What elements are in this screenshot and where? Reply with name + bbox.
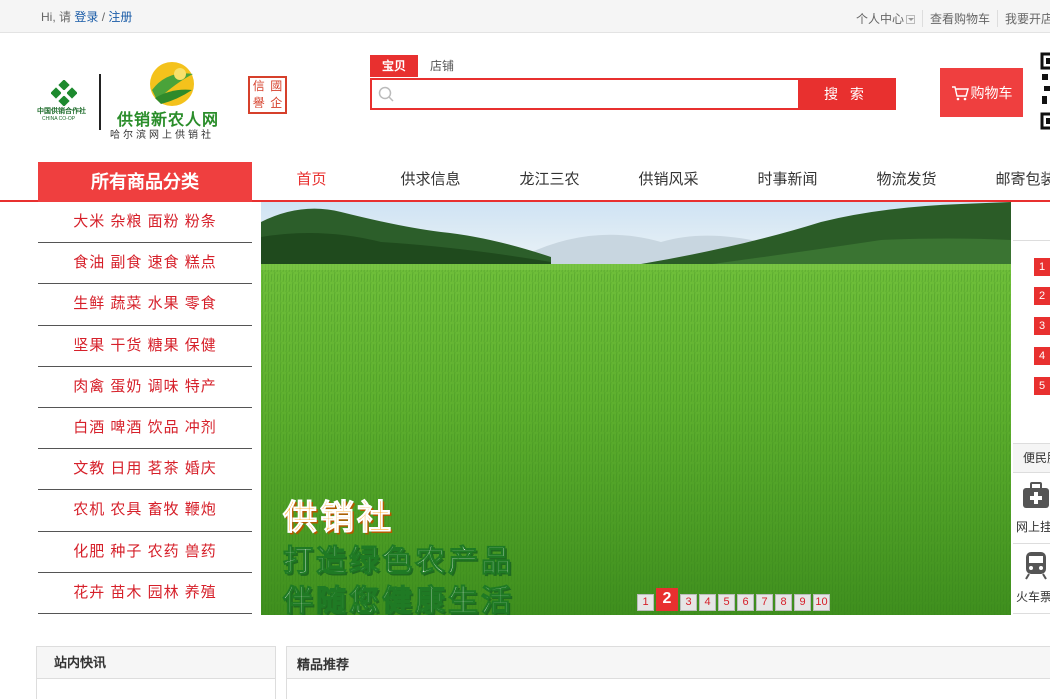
nav-coop-style[interactable]: 供销风采 (609, 162, 728, 198)
category-item[interactable]: 坚果 干货 糖果 保健 (38, 326, 252, 367)
category-item[interactable]: 花卉 苗木 园林 养殖 (38, 573, 252, 614)
nav-longjiang-sannong[interactable]: 龙江三农 (490, 162, 609, 198)
top-links: 个人中心 查看购物车 我要开店 (849, 10, 1050, 27)
search-input[interactable] (396, 80, 796, 108)
coop-name: 中国供销合作社 (37, 108, 86, 115)
right-side-panel: 1 2 3 4 5 便民服务 网上挂号 火车票 (1013, 202, 1050, 615)
banner-page-7[interactable]: 7 (756, 594, 773, 611)
divider (1013, 240, 1050, 241)
hero-banner[interactable]: 供销社 打造绿色农产品 伴随您健康生活 1 2 3 4 5 6 7 8 9 10 (261, 202, 1011, 615)
category-item[interactable]: 白酒 啤酒 饮品 冲剂 (38, 408, 252, 450)
convenience-services-header: 便民服务 (1013, 443, 1050, 473)
top-bar: Hi, 请 登录 / 注册 个人中心 查看购物车 我要开店 (0, 0, 1050, 33)
seal-char: 信 (252, 79, 265, 93)
greeting-separator: / (98, 10, 109, 24)
main-nav: 所有商品分类 首页 供求信息 龙江三农 供销风采 时事新闻 物流发货 邮寄包装 (0, 162, 1050, 202)
site-news-title: 站内快讯 (37, 647, 275, 679)
featured-panel: 精品推荐 (286, 646, 1050, 699)
leaf-logo-icon (150, 62, 194, 106)
category-item[interactable]: 化肥 种子 农药 兽药 (38, 532, 252, 573)
view-cart-link[interactable]: 查看购物车 (921, 10, 997, 27)
tab-shops[interactable]: 店铺 (418, 55, 466, 77)
service-label: 火车票 (1016, 590, 1050, 604)
qr-code-icon (1040, 52, 1050, 134)
register-link[interactable]: 注册 (108, 10, 132, 24)
nav-packaging[interactable]: 邮寄包装 (966, 162, 1050, 198)
service-label: 网上挂号 (1016, 520, 1050, 534)
seal-char: 國 (270, 79, 283, 93)
banner-page-4[interactable]: 4 (699, 594, 716, 611)
banner-pager: 1 2 3 4 5 6 7 8 9 10 (637, 588, 830, 611)
category-list: 大米 杂粮 面粉 粉条 食油 副食 速食 糕点 生鲜 蔬菜 水果 零食 坚果 干… (38, 202, 252, 614)
search-tabs: 宝贝 店铺 (370, 55, 466, 77)
rank-badge: 1 (1034, 258, 1050, 276)
banner-page-8[interactable]: 8 (775, 594, 792, 611)
banner-page-1[interactable]: 1 (637, 594, 654, 611)
cart-button[interactable]: 购物车 (940, 68, 1023, 117)
category-item[interactable]: 生鲜 蔬菜 水果 零食 (38, 284, 252, 326)
service-online-registration[interactable]: 网上挂号 (1013, 474, 1050, 544)
rank-badge: 4 (1034, 347, 1050, 365)
category-item[interactable]: 大米 杂粮 面粉 粉条 (38, 202, 252, 244)
search-button[interactable]: 搜 索 (798, 80, 894, 108)
banner-line-2: 打造绿色农产品 (283, 545, 514, 579)
banner-page-5[interactable]: 5 (718, 594, 735, 611)
nav-supply-demand[interactable]: 供求信息 (371, 162, 490, 198)
coop-sub: CHINA CO-OP (42, 116, 76, 122)
rank-badge: 3 (1034, 317, 1050, 335)
seal-char: 企 (270, 96, 283, 110)
search-icon (378, 86, 394, 102)
featured-title: 精品推荐 (287, 647, 1050, 679)
nav-items: 首页 供求信息 龙江三农 供销风采 时事新闻 物流发货 邮寄包装 (252, 162, 1050, 198)
open-shop-link[interactable]: 我要开店 (996, 10, 1050, 27)
login-link[interactable]: 登录 (74, 10, 98, 24)
cart-label: 购物车 (970, 84, 1013, 101)
tab-products[interactable]: 宝贝 (370, 55, 419, 77)
service-train-tickets[interactable]: 火车票 (1013, 544, 1050, 614)
greeting-text: Hi, 请 (41, 10, 75, 24)
user-center-link[interactable]: 个人中心 (849, 10, 922, 27)
rank-badge: 2 (1034, 287, 1050, 305)
banner-line-3: 伴随您健康生活 (283, 585, 514, 616)
category-item[interactable]: 文教 日用 茗茶 婚庆 (38, 449, 252, 491)
chevron-down-icon (905, 15, 915, 24)
all-categories-button[interactable]: 所有商品分类 (38, 162, 252, 202)
greeting: Hi, 请 登录 / 注册 (41, 8, 132, 25)
trust-seal: 信 國 譽 企 (248, 76, 287, 114)
category-item[interactable]: 农机 农具 畜牧 鞭炮 (38, 490, 252, 532)
nav-home[interactable]: 首页 (252, 162, 371, 198)
banner-page-9[interactable]: 9 (794, 594, 811, 611)
banner-page-3[interactable]: 3 (680, 594, 697, 611)
site-news-panel: 站内快讯 (36, 646, 276, 699)
site-logo[interactable]: 中国供销合作社 CHINA CO-OP 供销新农人网 哈尔滨网上供销社 (37, 48, 247, 148)
banner-page-2[interactable]: 2 (656, 588, 678, 611)
nav-logistics[interactable]: 物流发货 (847, 162, 966, 198)
nav-news[interactable]: 时事新闻 (728, 162, 847, 198)
banner-page-10[interactable]: 10 (813, 594, 830, 611)
site-subtitle: 哈尔滨网上供销社 (110, 130, 214, 141)
category-item[interactable]: 肉禽 蛋奶 调味 特产 (38, 367, 252, 408)
logo-divider (99, 74, 101, 130)
train-icon (1025, 552, 1047, 580)
banner-page-6[interactable]: 6 (737, 594, 754, 611)
coop-logo-icon (51, 80, 77, 106)
rank-badge: 5 (1034, 377, 1050, 395)
cart-icon (951, 85, 969, 100)
seal-char: 譽 (252, 96, 265, 110)
category-item[interactable]: 食油 副食 速食 糕点 (38, 243, 252, 285)
user-center-label: 个人中心 (855, 12, 904, 26)
search-bar: 搜 索 (370, 78, 896, 110)
banner-headline: 供销社 (283, 499, 394, 538)
medical-kit-icon (1023, 482, 1049, 508)
